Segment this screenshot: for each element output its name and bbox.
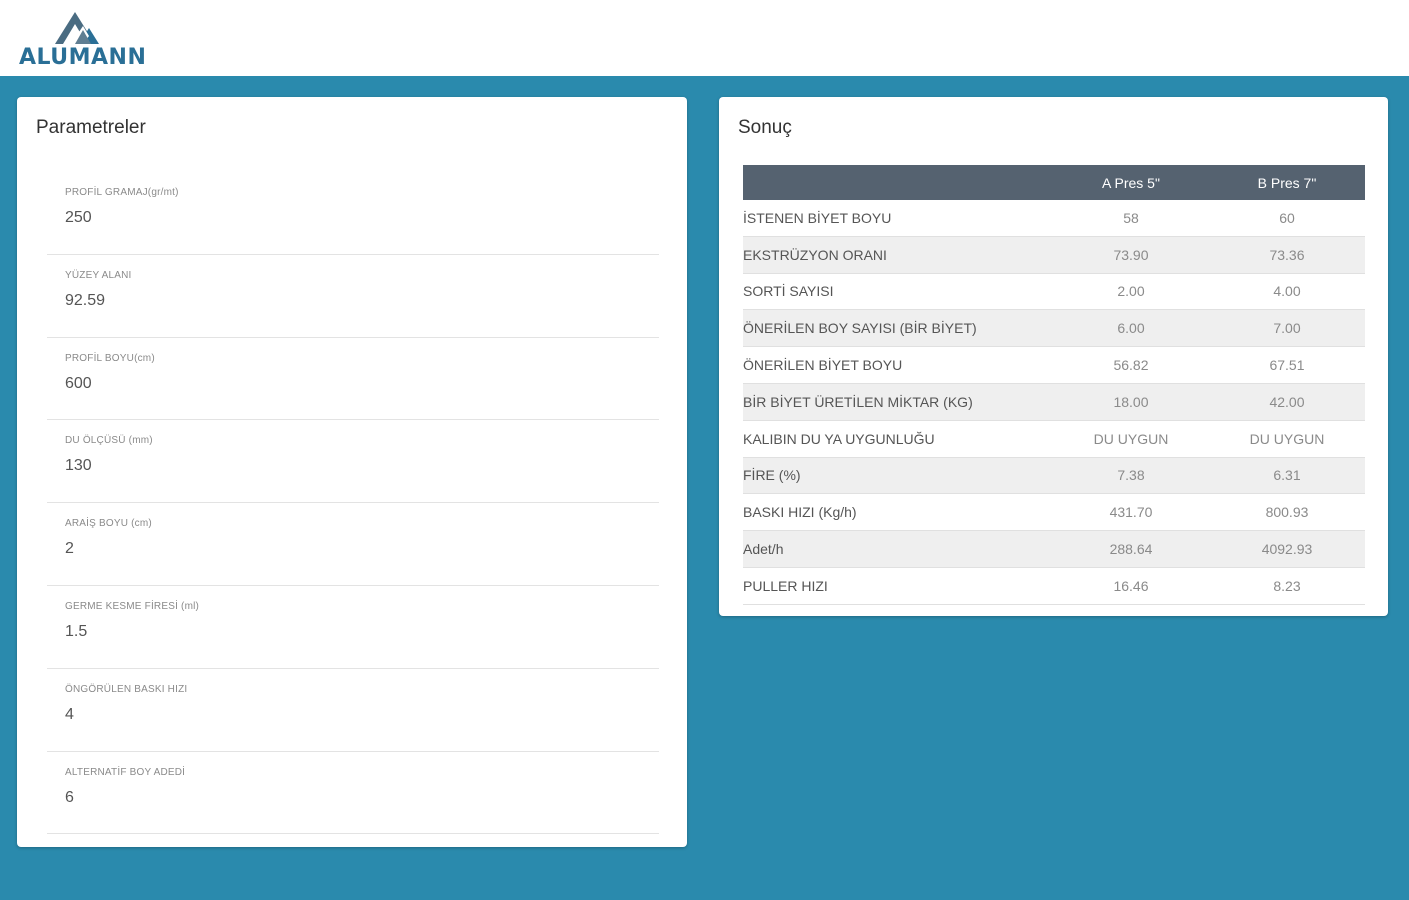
brand-logo[interactable]: ALUMANN	[19, 8, 149, 70]
a-pres-value: 56.82	[1053, 346, 1209, 384]
row-name: SORTİ SAYISI	[743, 273, 1053, 311]
field-profil-gramaj: PROFİL GRAMAJ(gr/mt)	[47, 172, 659, 255]
table-row: EKSTRÜZYON ORANI 73.90 73.36	[743, 236, 1365, 274]
a-pres-value: 288.64	[1053, 530, 1209, 568]
parameters-fields: PROFİL GRAMAJ(gr/mt) YÜZEY ALANI PROFİL …	[47, 172, 659, 835]
field-profil-boyu: PROFİL BOYU(cm)	[47, 338, 659, 421]
b-pres-value: 800.93	[1209, 493, 1365, 532]
row-name: ÖNERİLEN BOY SAYISI (BİR BİYET)	[743, 309, 1053, 348]
a-pres-value: 18.00	[1053, 383, 1209, 421]
result-title: Sonuç	[738, 117, 792, 138]
result-card: Sonuç A Pres 5" B Pres 7" İSTENEN BİYET …	[719, 97, 1388, 616]
arais-boyu-input[interactable]	[65, 540, 625, 559]
table-row: PULLER HIZI 16.46 8.23	[743, 567, 1365, 605]
field-germe-kesme-firesi: GERME KESME FİRESİ (ml)	[47, 586, 659, 669]
b-pres-value: 8.23	[1209, 567, 1365, 605]
field-label: GERME KESME FİRESİ (ml)	[65, 600, 200, 612]
a-pres-value: 7.38	[1053, 457, 1209, 495]
a-pres-value: 73.90	[1053, 236, 1209, 274]
field-ongorulen-baski-hizi: ÖNGÖRÜLEN BASKI HIZI	[47, 669, 659, 752]
a-pres-value: 2.00	[1053, 273, 1209, 311]
column-header-empty	[743, 165, 1053, 200]
logo-text: ALUMANN	[19, 45, 147, 70]
table-row: BİR BİYET ÜRETİLEN MİKTAR (KG) 18.00 42.…	[743, 383, 1365, 421]
a-pres-value: 6.00	[1053, 309, 1209, 348]
b-pres-value: 42.00	[1209, 383, 1365, 421]
table-header-row: A Pres 5" B Pres 7"	[743, 165, 1365, 200]
b-pres-value: 60	[1209, 200, 1365, 237]
row-name: Adet/h	[743, 530, 1053, 568]
table-row: Adet/h 288.64 4092.93	[743, 530, 1365, 568]
ongorulen-baski-hizi-input[interactable]	[65, 705, 625, 724]
field-alternatif-boy-adedi: ALTERNATİF BOY ADEDİ	[47, 752, 659, 835]
table-row: BASKI HIZI (Kg/h) 431.70 800.93	[743, 493, 1365, 532]
field-label: ARAİŞ BOYU (cm)	[65, 518, 152, 530]
profil-gramaj-input[interactable]	[65, 209, 625, 227]
row-name: PULLER HIZI	[743, 567, 1053, 605]
alternatif-boy-adedi-input[interactable]	[65, 788, 625, 807]
table-row: SORTİ SAYISI 2.00 4.00	[743, 273, 1365, 311]
parameters-card: Parametreler PROFİL GRAMAJ(gr/mt) YÜZEY …	[17, 97, 687, 847]
profil-boyu-input[interactable]	[65, 374, 625, 393]
b-pres-value: 4.00	[1209, 273, 1365, 311]
row-name: FİRE (%)	[743, 457, 1053, 495]
a-pres-value: 58	[1053, 200, 1209, 237]
a-pres-value: 431.70	[1053, 493, 1209, 532]
table-row: İSTENEN BİYET BOYU 58 60	[743, 200, 1365, 237]
field-label: YÜZEY ALANI	[65, 269, 132, 281]
yuzey-alani-input[interactable]	[65, 291, 625, 310]
app-header: ALUMANN	[0, 0, 1409, 76]
row-name: ÖNERİLEN BİYET BOYU	[743, 346, 1053, 384]
column-header-b-pres: B Pres 7"	[1209, 165, 1365, 200]
row-name: BASKI HIZI (Kg/h)	[743, 493, 1053, 532]
row-name: İSTENEN BİYET BOYU	[743, 200, 1053, 237]
row-name: KALIBIN DU YA UYGUNLUĞU	[743, 420, 1053, 458]
b-pres-value: DU UYGUN	[1209, 420, 1365, 458]
field-arais-boyu: ARAİŞ BOYU (cm)	[47, 503, 659, 586]
field-label: DU ÖLÇÜSÜ (mm)	[65, 435, 153, 447]
logo-mark-icon	[55, 12, 99, 44]
field-label: ALTERNATİF BOY ADEDİ	[65, 766, 186, 778]
b-pres-value: 6.31	[1209, 457, 1365, 495]
b-pres-value: 4092.93	[1209, 530, 1365, 568]
table-row: FİRE (%) 7.38 6.31	[743, 457, 1365, 495]
parameters-title: Parametreler	[36, 117, 146, 138]
result-table: A Pres 5" B Pres 7" İSTENEN BİYET BOYU 5…	[743, 165, 1365, 605]
table-row: ÖNERİLEN BOY SAYISI (BİR BİYET) 6.00 7.0…	[743, 309, 1365, 348]
b-pres-value: 73.36	[1209, 236, 1365, 274]
table-row: KALIBIN DU YA UYGUNLUĞU DU UYGUN DU UYGU…	[743, 420, 1365, 458]
table-row: ÖNERİLEN BİYET BOYU 56.82 67.51	[743, 346, 1365, 384]
field-yuzey-alani: YÜZEY ALANI	[47, 255, 659, 338]
germe-kesme-firesi-input[interactable]	[65, 622, 625, 641]
b-pres-value: 67.51	[1209, 346, 1365, 384]
row-name: BİR BİYET ÜRETİLEN MİKTAR (KG)	[743, 383, 1053, 421]
b-pres-value: 7.00	[1209, 309, 1365, 348]
field-label: PROFİL GRAMAJ(gr/mt)	[65, 187, 179, 198]
du-olcusu-input[interactable]	[65, 457, 625, 476]
field-label: PROFİL BOYU(cm)	[65, 352, 155, 364]
column-header-a-pres: A Pres 5"	[1053, 165, 1209, 200]
row-name: EKSTRÜZYON ORANI	[743, 236, 1053, 274]
field-label: ÖNGÖRÜLEN BASKI HIZI	[65, 683, 188, 695]
a-pres-value: 16.46	[1053, 567, 1209, 605]
field-du-olcusu: DU ÖLÇÜSÜ (mm)	[47, 420, 659, 504]
a-pres-value: DU UYGUN	[1053, 420, 1209, 458]
